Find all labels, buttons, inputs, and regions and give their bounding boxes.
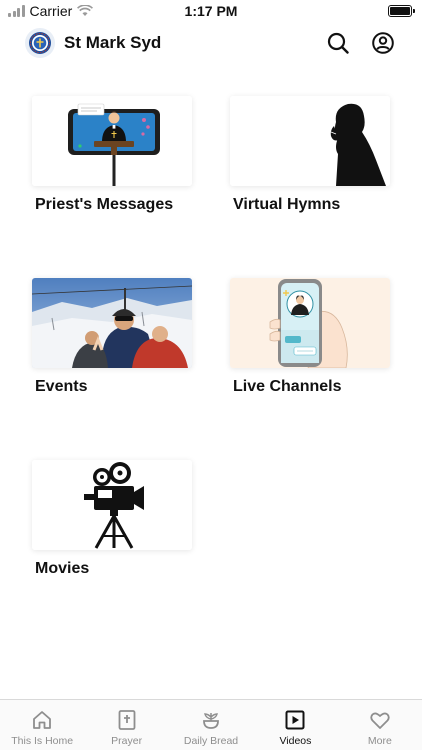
app-title: St Mark Syd [64, 33, 162, 52]
tab-this-is-home[interactable]: This Is Home [0, 700, 84, 750]
battery-icon [388, 5, 415, 17]
priest-on-phone-screen-illustration [32, 96, 192, 186]
bible-icon [115, 708, 139, 732]
tab-label: Videos [279, 735, 312, 747]
status-time: 1:17 PM [184, 3, 238, 19]
tab-videos[interactable]: Videos [253, 700, 337, 750]
user-profile-icon [372, 32, 394, 54]
tile-label: Virtual Hymns [233, 196, 341, 213]
hand-holding-phone-live-priest-illustration [230, 278, 390, 368]
tile-movies[interactable]: Movies [32, 460, 194, 578]
profile-button[interactable] [370, 30, 396, 56]
status-bar: Carrier 1:17 PM [0, 0, 422, 22]
search-icon [327, 32, 349, 54]
tile-label: Movies [35, 560, 90, 577]
tab-prayer[interactable]: Prayer [84, 700, 168, 750]
praying-silhouette-illustration [230, 96, 390, 186]
tile-virtual-hymns[interactable]: Virtual Hymns [230, 96, 392, 214]
film-camera-illustration [32, 460, 192, 550]
church-emblem-icon [25, 28, 55, 58]
tile-label: Priest's Messages [35, 196, 174, 213]
tab-daily-bread[interactable]: Daily Bread [169, 700, 253, 750]
tile-priests-messages[interactable]: Priest's Messages [32, 96, 194, 214]
app-header: St Mark Syd [0, 26, 422, 62]
tab-label: Daily Bread [183, 735, 239, 747]
search-button[interactable] [325, 30, 351, 56]
ski-lift-group-selfie-photo [32, 278, 192, 368]
tab-more[interactable]: More [338, 700, 422, 750]
tile-label: Events [35, 378, 88, 395]
home-icon [30, 708, 54, 732]
tab-label: This Is Home [11, 735, 74, 747]
play-video-icon [283, 708, 307, 732]
wheat-icon [199, 708, 223, 732]
tab-label: More [367, 735, 392, 747]
tab-label: Prayer [111, 735, 143, 747]
tile-events[interactable]: Events [32, 278, 194, 396]
tile-live-channels[interactable]: Live Channels [230, 278, 392, 396]
bottom-tab-bar: This Is Home Prayer Daily Bread Videos M… [0, 699, 422, 750]
tile-label: Live Channels [233, 378, 342, 395]
heart-icon [368, 708, 392, 732]
